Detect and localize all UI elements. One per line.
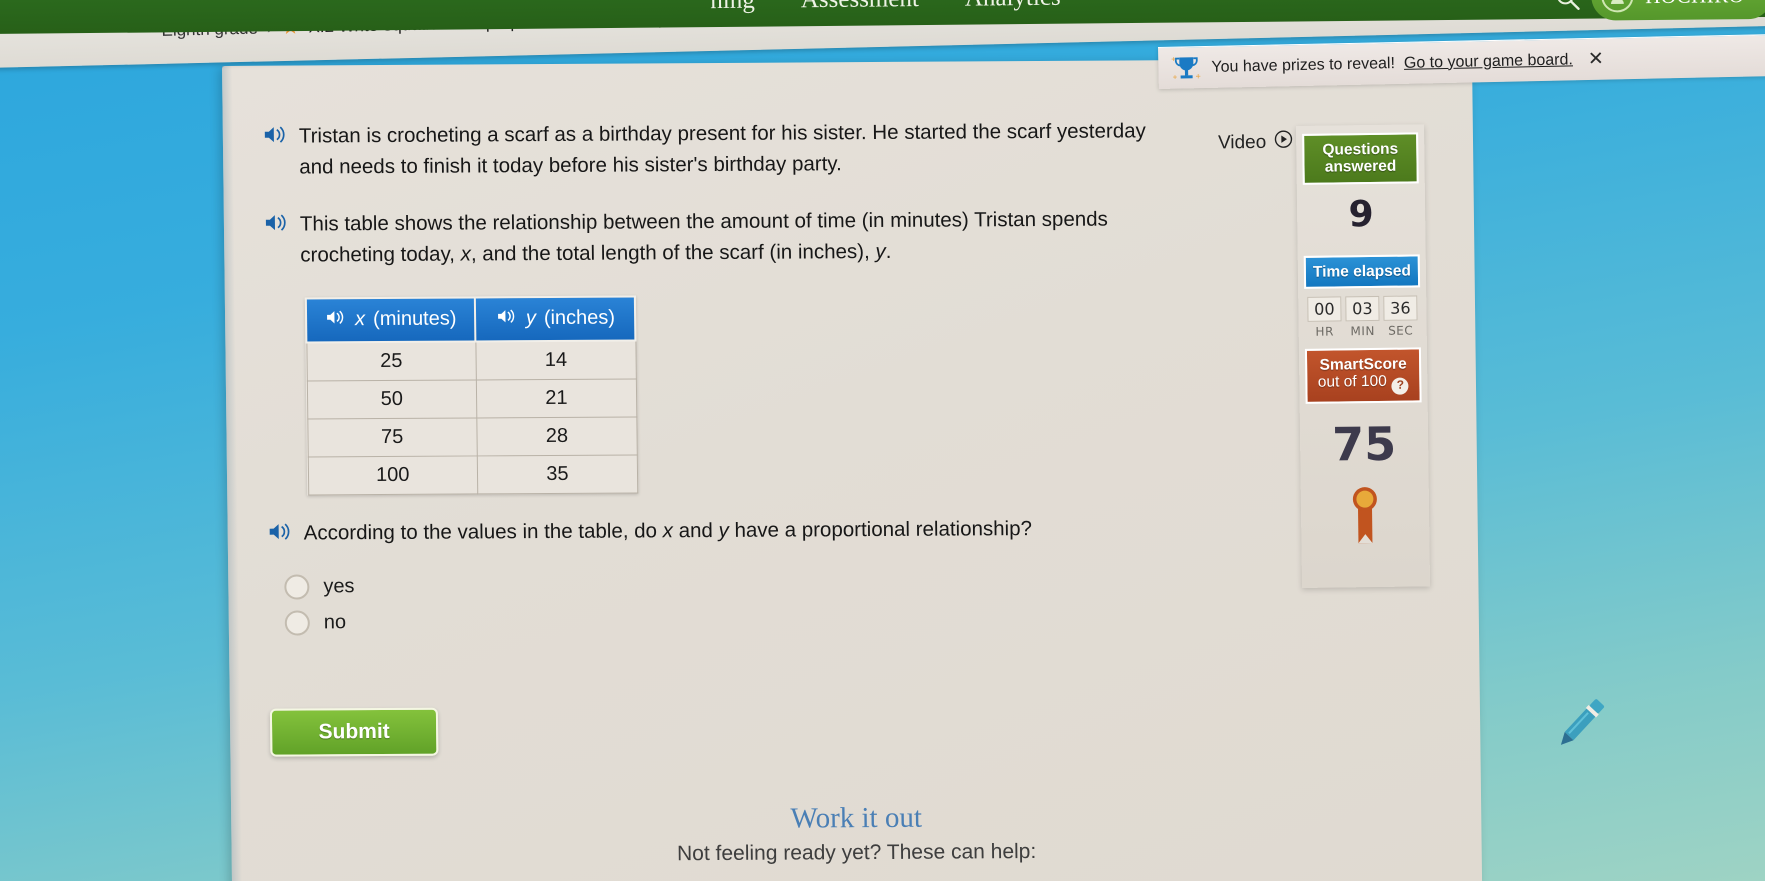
speaker-icon[interactable] — [263, 124, 289, 146]
table-row: 50 21 — [306, 378, 637, 419]
time-minutes-value: 03 — [1345, 296, 1380, 322]
table-header-x: x (minutes) — [305, 297, 476, 343]
answer-label-no: no — [323, 611, 347, 634]
cell-x: 25 — [306, 341, 477, 381]
speaker-icon[interactable] — [264, 212, 290, 234]
q2-mid: , and the total length of the scarf (in … — [470, 240, 876, 266]
table-header-y-var: y — [525, 307, 537, 330]
table-header-x-unit: (minutes) — [372, 307, 457, 331]
speaker-icon[interactable] — [268, 520, 294, 542]
trophy-icon: + + + — [1170, 54, 1203, 83]
smartscore-value: 75 — [1331, 416, 1397, 472]
table-row: 25 14 — [306, 340, 637, 381]
prize-banner: + + + You have prizes to reveal! Go to y… — [1158, 34, 1765, 89]
prompt-mid: and — [672, 518, 719, 542]
answer-option-no[interactable]: no — [284, 604, 1269, 636]
work-it-out-subtitle: Not feeling ready yet? These can help: — [676, 840, 1037, 866]
q2-var-x: x — [460, 242, 472, 267]
close-icon[interactable]: ✕ — [1588, 48, 1604, 71]
user-account-button[interactable]: HOCHIRO — [1590, 0, 1765, 21]
game-board-link[interactable]: Go to your game board. — [1404, 51, 1573, 73]
app-screen: ning Assessment Analytics HOCHIRO Eighth… — [0, 0, 1765, 881]
svg-text:+: + — [1173, 72, 1178, 81]
cell-x: 100 — [307, 455, 478, 495]
questions-answered-value: 9 — [1348, 193, 1374, 236]
submit-button[interactable]: Submit — [269, 707, 439, 757]
table-header-x-var: x — [354, 308, 366, 331]
smartscore-title: SmartScore — [1319, 355, 1407, 374]
question-paragraph-1: Tristan is crocheting a scarf as a birth… — [263, 115, 1264, 183]
video-label: Video — [1217, 131, 1267, 153]
video-link[interactable]: Video — [1218, 130, 1294, 156]
help-icon[interactable]: ? — [1391, 377, 1409, 395]
nav-item-learning[interactable]: ning — [710, 0, 755, 15]
question-text-2: This table shows the relationship betwee… — [300, 204, 1161, 272]
svg-text:+: + — [1196, 71, 1201, 81]
nav-item-assessment[interactable]: Assessment — [801, 0, 919, 14]
cell-x: 50 — [306, 379, 477, 419]
svg-text:+: + — [1171, 54, 1176, 63]
time-seconds-label: SEC — [1388, 323, 1414, 338]
progress-panel: Questions answered 9 Time elapsed 00 HR … — [1296, 124, 1431, 588]
nav-item-analytics[interactable]: Analytics — [965, 0, 1061, 13]
speaker-icon[interactable] — [496, 307, 518, 331]
prompt-var-x: x — [662, 518, 674, 542]
proportional-relationship-table: x (minutes) y (inches) 25 14 50 21 75 28… — [304, 295, 639, 496]
user-name-label: HOCHIRO — [1645, 0, 1744, 9]
time-hours-value: 00 — [1307, 296, 1342, 322]
top-nav-items: ning Assessment Analytics — [710, 0, 1061, 15]
prompt-pre: According to the values in the table, do — [303, 518, 663, 545]
time-elapsed-clock: 00 HR 03 MIN 36 SEC — [1298, 287, 1427, 339]
question-text-1: Tristan is crocheting a scarf as a birth… — [298, 119, 1146, 179]
question-content: Tristan is crocheting a scarf as a birth… — [263, 115, 1271, 757]
smartscore-subtitle: out of 100 — [1317, 373, 1387, 392]
table-header-row: x (minutes) y (inches) — [305, 296, 636, 343]
speaker-icon[interactable] — [325, 308, 347, 332]
table-row: 75 28 — [307, 416, 638, 457]
work-it-out-section: Work it out Not feeling ready yet? These… — [231, 798, 1482, 869]
time-seconds-value: 36 — [1383, 295, 1418, 321]
search-icon[interactable] — [1554, 0, 1580, 11]
table-header-y: y (inches) — [475, 296, 636, 342]
medal-ribbon-icon — [1301, 476, 1430, 552]
radio-button-yes[interactable] — [284, 574, 310, 600]
cell-x: 75 — [307, 417, 478, 457]
time-elapsed-header: Time elapsed — [1303, 254, 1421, 289]
pencil-icon[interactable] — [1544, 687, 1615, 763]
question-paragraph-2: This table shows the relationship betwee… — [264, 203, 1265, 271]
cell-y: 21 — [476, 378, 637, 418]
answer-label-yes: yes — [323, 574, 355, 598]
time-minutes-label: MIN — [1350, 324, 1375, 339]
question-prompt: According to the values in the table, do… — [268, 511, 1268, 548]
prompt-var-y: y — [718, 518, 729, 542]
radio-button-no[interactable] — [284, 610, 310, 636]
answer-option-yes[interactable]: yes — [284, 568, 1268, 600]
prompt-post: have a proportional relationship? — [728, 516, 1033, 542]
time-hours-label: HR — [1315, 324, 1334, 339]
cell-y: 28 — [476, 416, 638, 456]
cell-y: 35 — [477, 454, 638, 494]
user-avatar-icon — [1601, 0, 1634, 13]
prompt-text: According to the values in the table, do… — [304, 513, 1033, 549]
data-table-wrapper: x (minutes) y (inches) 25 14 50 21 75 28… — [304, 291, 1267, 496]
questions-answered-header: Questions answered — [1302, 132, 1419, 185]
prize-message: You have prizes to reveal! — [1211, 54, 1396, 76]
question-card: Tristan is crocheting a scarf as a birth… — [222, 58, 1483, 881]
table-row: 100 35 — [307, 454, 638, 495]
cell-y: 14 — [475, 340, 637, 380]
q2-post: . — [885, 240, 892, 264]
table-header-y-unit: (inches) — [543, 306, 616, 330]
q2-var-y: y — [875, 240, 886, 264]
smartscore-header: SmartScore out of 100? — [1304, 347, 1422, 404]
work-it-out-title[interactable]: Work it out — [231, 798, 1481, 839]
play-circle-icon[interactable] — [1274, 130, 1293, 155]
